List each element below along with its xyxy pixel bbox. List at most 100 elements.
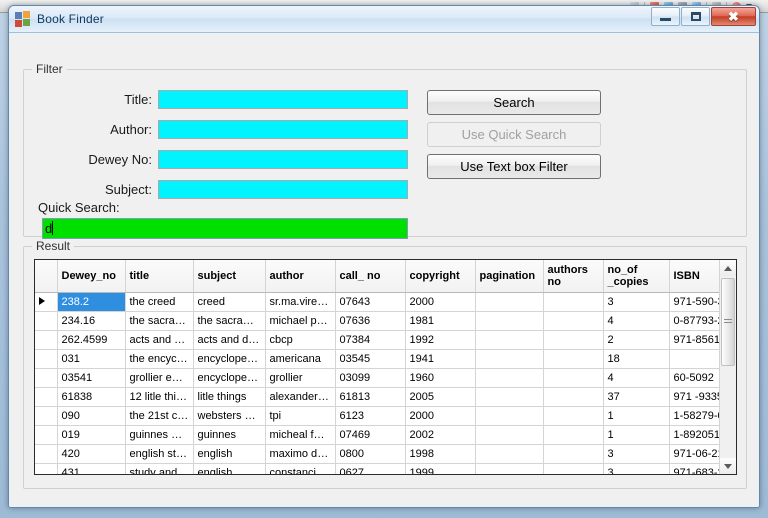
cell-copyright[interactable]: 1999 xyxy=(405,463,476,474)
table-row[interactable]: 234.16 the sacrame... the sacrame... michae… xyxy=(35,311,719,331)
results-data-grid[interactable]: Dewey_no title subject author call_ no c… xyxy=(34,259,737,475)
cell-call-no[interactable]: 07469 xyxy=(335,425,406,445)
cell-subject[interactable]: guinnes xyxy=(193,425,266,445)
cell-isbn[interactable]: 971-590-345-2 xyxy=(669,292,719,312)
cell-subject[interactable]: acts and de... xyxy=(193,330,266,350)
cell-isbn[interactable]: 0-87793-221-2 xyxy=(669,311,719,331)
row-selector[interactable] xyxy=(35,387,58,407)
cell-no-of-copies[interactable]: 4 xyxy=(603,368,670,388)
cell-title[interactable]: acts and de... xyxy=(125,330,194,350)
cell-subject[interactable]: english xyxy=(193,463,266,474)
cell-no-of-copies[interactable]: 4 xyxy=(603,311,670,331)
cell-copyright[interactable]: 2000 xyxy=(405,406,476,426)
row-selector[interactable] xyxy=(35,463,58,474)
cell-authors-no[interactable] xyxy=(543,425,604,445)
cell-call-no[interactable]: 03099 xyxy=(335,368,406,388)
cell-author[interactable]: tpi xyxy=(265,406,336,426)
cell-title[interactable]: study and th... xyxy=(125,463,194,474)
scroll-down-button[interactable] xyxy=(720,458,736,474)
column-header-authors-no[interactable]: authors no xyxy=(543,260,604,293)
cell-authors-no[interactable] xyxy=(543,444,604,464)
cell-title[interactable]: 12 litle things xyxy=(125,387,194,407)
cell-copyright[interactable]: 1960 xyxy=(405,368,476,388)
cell-pagination[interactable] xyxy=(475,425,544,445)
cell-pagination[interactable] xyxy=(475,463,544,474)
cell-subject[interactable]: english xyxy=(193,444,266,464)
cell-dewey-no[interactable]: 019 xyxy=(57,425,126,445)
cell-no-of-copies[interactable]: 3 xyxy=(603,444,670,464)
row-selector[interactable] xyxy=(35,406,58,426)
cell-author[interactable]: alexander l. ... xyxy=(265,387,336,407)
cell-pagination[interactable] xyxy=(475,406,544,426)
cell-authors-no[interactable] xyxy=(543,292,604,312)
column-header-subject[interactable]: subject xyxy=(193,260,266,293)
table-row[interactable]: 420 english studi... english maximo d. r...… xyxy=(35,444,719,464)
cell-isbn[interactable]: 1-892051-06-0 xyxy=(669,425,719,445)
cell-pagination[interactable] xyxy=(475,292,544,312)
table-row[interactable]: 262.4599 acts and de... acts and de... cbcp… xyxy=(35,330,719,350)
column-header-title[interactable]: title xyxy=(125,260,194,293)
row-selector[interactable] xyxy=(35,425,58,445)
cell-title[interactable]: the creed xyxy=(125,292,194,312)
table-row[interactable]: 031 the encyclo... encyclopedia americana 03… xyxy=(35,349,719,369)
cell-isbn[interactable] xyxy=(669,349,719,369)
dewey-no-input[interactable] xyxy=(158,150,408,169)
cell-dewey-no[interactable]: 61838 xyxy=(57,387,126,407)
quick-search-input[interactable]: d xyxy=(42,218,408,239)
cell-authors-no[interactable] xyxy=(543,368,604,388)
row-selector[interactable] xyxy=(35,292,58,312)
cell-title[interactable]: the encyclo... xyxy=(125,349,194,369)
row-selector[interactable] xyxy=(35,368,58,388)
cell-author[interactable]: maximo d. r... xyxy=(265,444,336,464)
column-header-copyright[interactable]: copyright xyxy=(405,260,476,293)
cell-call-no[interactable]: 03545 xyxy=(335,349,406,369)
cell-copyright[interactable]: 2000 xyxy=(405,292,476,312)
cell-isbn[interactable]: 971-8561-04-5 xyxy=(669,330,719,350)
close-button[interactable]: ✖ xyxy=(711,7,756,26)
cell-title[interactable]: grollier ency... xyxy=(125,368,194,388)
cell-copyright[interactable]: 1992 xyxy=(405,330,476,350)
cell-isbn[interactable]: 971-06-2178-5 xyxy=(669,444,719,464)
cell-authors-no[interactable] xyxy=(543,387,604,407)
window-titlebar[interactable]: Book Finder ✖ xyxy=(9,6,759,33)
column-header-dewey-no[interactable]: Dewey_no xyxy=(57,260,126,293)
cell-copyright[interactable]: 1998 xyxy=(405,444,476,464)
grid-vertical-scrollbar[interactable] xyxy=(719,260,736,474)
cell-no-of-copies[interactable]: 18 xyxy=(603,349,670,369)
use-quick-search-button[interactable]: Use Quick Search xyxy=(427,122,601,147)
cell-pagination[interactable] xyxy=(475,349,544,369)
cell-author[interactable]: constancia ... xyxy=(265,463,336,474)
cell-call-no[interactable]: 6123 xyxy=(335,406,406,426)
cell-title[interactable]: guinnes wor... xyxy=(125,425,194,445)
cell-authors-no[interactable] xyxy=(543,349,604,369)
minimize-button[interactable] xyxy=(651,7,680,26)
row-selector[interactable] xyxy=(35,444,58,464)
table-row[interactable]: 03541 grollier ency... encyclopedia grollie… xyxy=(35,368,719,388)
cell-call-no[interactable]: 07643 xyxy=(335,292,406,312)
search-button[interactable]: Search xyxy=(427,90,601,115)
column-header-pagination[interactable]: pagination xyxy=(475,260,544,293)
cell-call-no[interactable]: 07636 xyxy=(335,311,406,331)
table-row[interactable]: 019 guinnes wor... guinnes micheal feld... 0… xyxy=(35,425,719,445)
author-input[interactable] xyxy=(158,120,408,139)
subject-input[interactable] xyxy=(158,180,408,199)
cell-subject[interactable]: websters po... xyxy=(193,406,266,426)
table-row[interactable]: 238.2 the creed creed sr.ma.vireta... 07643 2… xyxy=(35,292,719,312)
cell-no-of-copies[interactable]: 3 xyxy=(603,463,670,474)
use-text-box-filter-button[interactable]: Use Text box Filter xyxy=(427,154,601,179)
cell-subject[interactable]: litle things xyxy=(193,387,266,407)
column-header-isbn[interactable]: ISBN xyxy=(669,260,719,293)
cell-author[interactable]: michael pen... xyxy=(265,311,336,331)
cell-copyright[interactable]: 1941 xyxy=(405,349,476,369)
cell-authors-no[interactable] xyxy=(543,330,604,350)
column-header-no-of-copies[interactable]: no_of _copies xyxy=(603,260,670,293)
cell-copyright[interactable]: 2002 xyxy=(405,425,476,445)
cell-call-no[interactable]: 0627 xyxy=(335,463,406,474)
cell-call-no[interactable]: 0800 xyxy=(335,444,406,464)
cell-no-of-copies[interactable]: 2 xyxy=(603,330,670,350)
cell-title[interactable]: the sacrame... xyxy=(125,311,194,331)
title-input[interactable] xyxy=(158,90,408,109)
cell-pagination[interactable] xyxy=(475,444,544,464)
cell-dewey-no[interactable]: 234.16 xyxy=(57,311,126,331)
table-row[interactable]: 61838 12 litle things litle things alexande… xyxy=(35,387,719,407)
